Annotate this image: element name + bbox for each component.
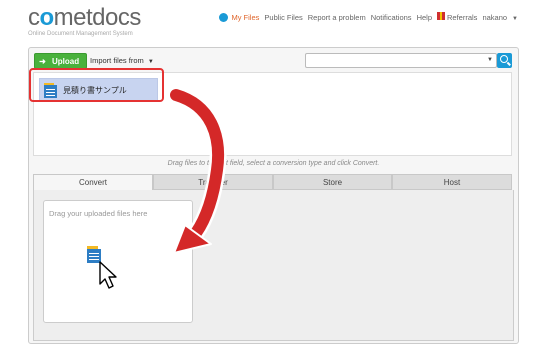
search-button[interactable] — [497, 53, 512, 68]
tab-convert[interactable]: Convert — [33, 174, 153, 190]
tab-host[interactable]: Host — [392, 174, 512, 190]
drag-hint: Drag files to the left field, select a c… — [167, 160, 380, 167]
search-dropdown-icon[interactable]: ▼ — [487, 57, 493, 63]
nav-help[interactable]: Help — [417, 13, 432, 22]
cometdocs-logo[interactable]: cometdocs — [28, 4, 141, 32]
upload-button[interactable]: ➜ Upload — [34, 53, 87, 69]
mouse-pointer-icon — [99, 261, 117, 289]
chevron-down-icon: ▼ — [512, 15, 518, 22]
gift-icon — [437, 12, 445, 20]
highlight-annotation — [29, 68, 164, 102]
tab-store[interactable]: Store — [273, 174, 392, 190]
nav-public-files[interactable]: Public Files — [264, 13, 302, 22]
upload-arrow-icon: ➜ — [39, 56, 46, 66]
user-menu[interactable]: nakano ▼ — [482, 13, 518, 22]
nav-report-problem[interactable]: Report a problem — [308, 13, 366, 22]
nav-notifications[interactable]: Notifications — [371, 13, 412, 22]
nav-my-files[interactable]: My Files — [231, 13, 259, 22]
files-panel: ➜ Upload Import files from ▼ ▼ 見積り書サンプル … — [28, 47, 519, 344]
nav-referrals[interactable]: Referrals — [437, 12, 477, 22]
search-input[interactable]: ▼ — [305, 53, 497, 68]
lightbulb-icon — [219, 12, 229, 22]
tab-transfer[interactable]: Transfer — [153, 174, 273, 190]
drop-placeholder: Drag your uploaded files here — [49, 209, 148, 218]
top-nav: My Files Public Files Report a problem N… — [214, 12, 518, 22]
conversion-tabs: Convert Transfer Store Host — [33, 174, 512, 190]
chevron-down-icon: ▼ — [147, 59, 154, 65]
tagline: Online Document Management System — [28, 31, 133, 37]
import-files-dropdown[interactable]: Import files from ▼ — [90, 56, 154, 65]
